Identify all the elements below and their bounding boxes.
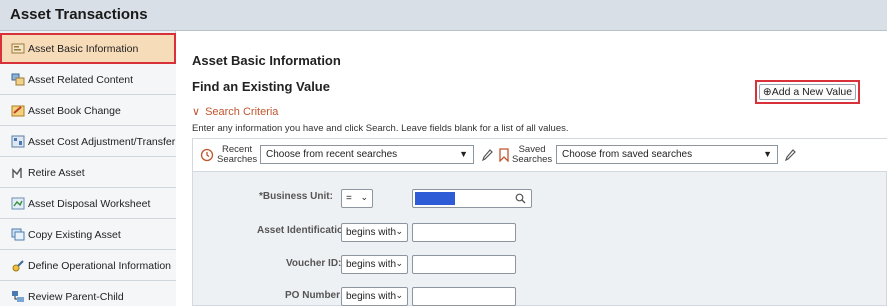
sidebar-item-review-parent-child[interactable]: Review Parent-Child — [0, 281, 176, 306]
sidebar-item-define-operational-information[interactable]: Define Operational Information — [0, 250, 176, 281]
add-button-label: ⊕Add a New Value — [762, 86, 853, 98]
voucher-id-operator[interactable]: begins with ⌄ — [341, 255, 408, 274]
sidebar-item-label: Asset Disposal Worksheet — [28, 198, 151, 210]
po-number-label: PO Number: — [285, 290, 344, 301]
retire-icon — [12, 167, 22, 178]
recent-searches-label: Recent Searches — [217, 144, 258, 165]
asset-identification-input[interactable] — [412, 223, 516, 242]
chevron-down-icon: ⌄ — [395, 226, 403, 236]
sidebar: Asset Basic Information Asset Related Co… — [0, 31, 176, 306]
sidebar-item-label: Review Parent-Child — [28, 291, 124, 303]
saved-searches-select[interactable]: Choose from saved searches ▼ — [556, 145, 778, 164]
business-unit-redacted-value — [415, 192, 455, 205]
cost-adjustment-icon — [11, 135, 25, 148]
sidebar-item-asset-cost-adjustment-transfer[interactable]: Asset Cost Adjustment/Transfer — [0, 126, 176, 157]
section-title: Find an Existing Value — [192, 79, 330, 94]
sidebar-item-label: Asset Related Content — [28, 74, 134, 86]
sidebar-item-asset-disposal-worksheet[interactable]: Asset Disposal Worksheet — [0, 188, 176, 219]
po-number-input[interactable] — [412, 287, 516, 306]
chevron-down-icon: ▼ — [763, 149, 772, 159]
saved-searches-label: Saved Searches — [512, 144, 553, 165]
operational-info-icon — [12, 260, 24, 272]
voucher-id-label: Voucher ID: — [286, 258, 342, 269]
chevron-down-icon: ⌄ — [395, 290, 403, 300]
chevron-down-icon: ⌄ — [360, 192, 368, 202]
chevron-down-icon: ∨ — [192, 106, 201, 118]
sidebar-item-asset-book-change[interactable]: Asset Book Change — [0, 95, 176, 126]
sidebar-item-label: Copy Existing Asset — [28, 229, 121, 241]
sidebar-item-copy-existing-asset[interactable]: Copy Existing Asset — [0, 219, 176, 250]
voucher-id-input[interactable] — [412, 255, 516, 274]
business-unit-operator[interactable]: = ⌄ — [341, 189, 373, 208]
edit-pencil-icon[interactable] — [481, 148, 493, 162]
page-header-title: Asset Transactions — [10, 6, 148, 23]
chevron-down-icon: ⌄ — [395, 258, 403, 268]
search-criteria-label: Search Criteria — [205, 106, 279, 118]
po-number-operator[interactable]: begins with ⌄ — [341, 287, 408, 306]
asset-basic-icon — [11, 43, 25, 54]
search-criteria-toggle[interactable]: ∨ Search Criteria — [192, 105, 278, 118]
sidebar-item-label: Asset Book Change — [28, 105, 121, 117]
business-unit-input[interactable] — [412, 189, 532, 208]
page-title: Asset Basic Information — [192, 53, 341, 68]
history-icon — [200, 148, 214, 162]
main-content: Asset Basic Information Find an Existing… — [177, 31, 887, 306]
add-new-value-button[interactable]: ⊕Add a New Value — [759, 84, 856, 100]
sidebar-item-label: Asset Cost Adjustment/Transfer — [28, 136, 176, 148]
saved-recent-searches-bar: Recent Searches Choose from recent searc… — [193, 139, 887, 172]
title-bar: Asset Transactions — [0, 0, 887, 31]
edit-pencil-icon[interactable] — [784, 148, 796, 162]
search-panel: Recent Searches Choose from recent searc… — [192, 138, 887, 306]
sidebar-item-retire-asset[interactable]: Retire Asset — [0, 157, 176, 188]
recent-searches-select[interactable]: Choose from recent searches ▼ — [260, 145, 474, 164]
copy-asset-icon — [11, 228, 25, 241]
sidebar-item-label: Define Operational Information — [28, 260, 171, 272]
sidebar-item-label: Retire Asset — [28, 167, 85, 179]
parent-child-icon — [12, 291, 24, 302]
chevron-down-icon: ▼ — [459, 149, 468, 159]
book-change-icon — [11, 105, 25, 117]
add-new-value-highlight: ⊕Add a New Value — [755, 80, 860, 104]
sidebar-item-label: Asset Basic Information — [28, 43, 139, 55]
asset-identification-label: Asset Identification: — [257, 225, 353, 236]
search-hint: Enter any information you have and click… — [192, 123, 569, 134]
business-unit-label: *Business Unit: — [259, 191, 333, 202]
bookmark-icon — [499, 148, 509, 162]
search-icon[interactable] — [515, 193, 526, 204]
related-content-icon — [11, 73, 25, 86]
sidebar-item-asset-related-content[interactable]: Asset Related Content — [0, 64, 176, 95]
sidebar-item-asset-basic-information[interactable]: Asset Basic Information — [0, 33, 176, 64]
disposal-worksheet-icon — [11, 197, 25, 210]
asset-identification-operator[interactable]: begins with ⌄ — [341, 223, 408, 242]
